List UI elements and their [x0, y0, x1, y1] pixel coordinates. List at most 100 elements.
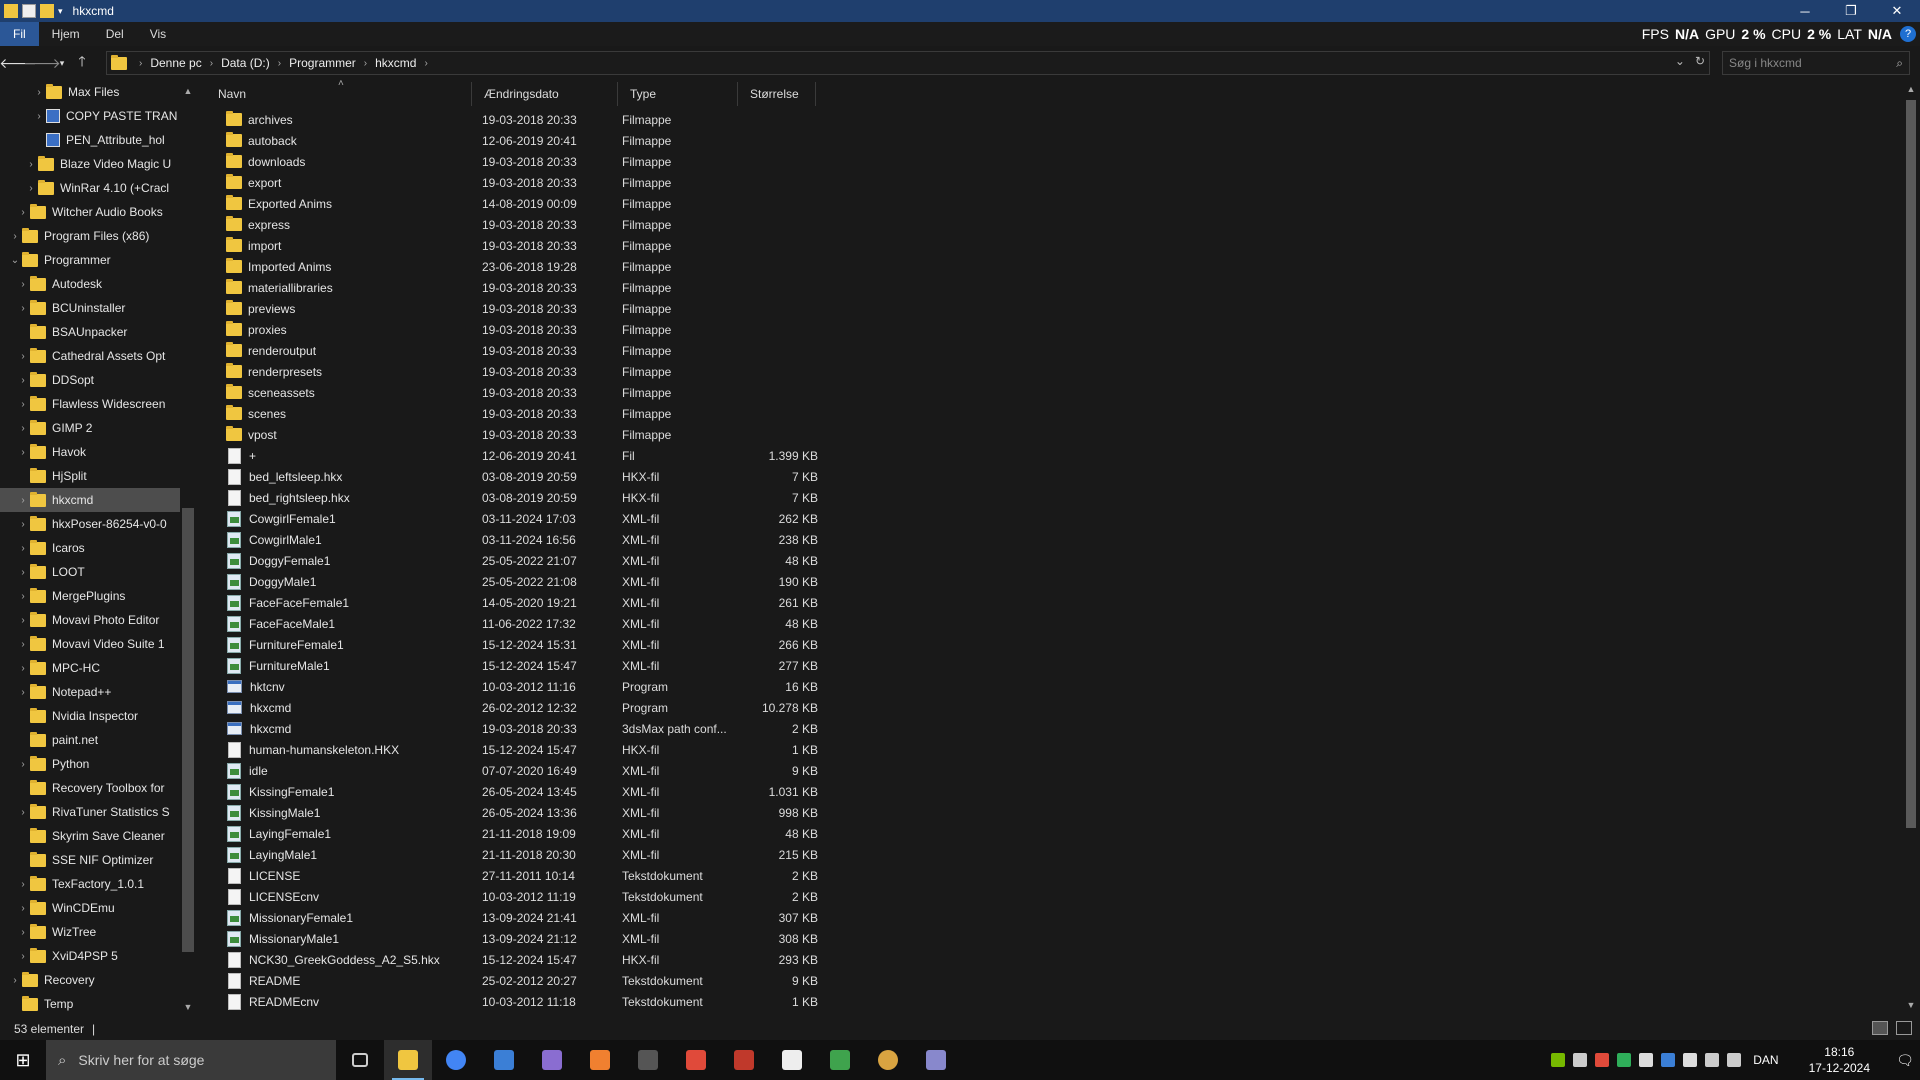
tree-item-icaros[interactable]: › Icaros [0, 536, 180, 560]
chevron-right-icon[interactable]: › [16, 951, 30, 962]
restore-button[interactable]: ❐ [1828, 0, 1874, 22]
file-row[interactable]: KissingFemale1 26-05-2024 13:45 XML-fil 1.0… [218, 781, 1022, 802]
tree-item-movavi-photo-editor[interactable]: › Movavi Photo Editor [0, 608, 180, 632]
chevron-right-icon[interactable]: › [16, 399, 30, 410]
chevron-right-icon[interactable]: › [16, 615, 30, 626]
tree-item-nvidia-inspector[interactable]: Nvidia Inspector [0, 704, 180, 728]
taskbar-orb-app[interactable] [864, 1040, 912, 1080]
file-row[interactable]: README 25-02-2012 20:27 Tekstdokument 9 KB [218, 970, 1022, 991]
close-button[interactable]: ✕ [1874, 0, 1920, 22]
file-row[interactable]: KissingMale1 26-05-2024 13:36 XML-fil 998 K… [218, 802, 1022, 823]
file-row[interactable]: renderpresets 19-03-2018 20:33 Filmappe [218, 361, 1022, 382]
chevron-right-icon[interactable]: › [24, 159, 38, 170]
taskbar-chrome[interactable] [432, 1040, 480, 1080]
chevron-right-icon[interactable]: › [8, 975, 22, 986]
taskbar-clapper-app[interactable] [768, 1040, 816, 1080]
taskbar-blender-like[interactable] [576, 1040, 624, 1080]
taskbar-task-view[interactable] [336, 1040, 384, 1080]
file-row[interactable]: FaceFaceFemale1 14-05-2020 19:21 XML-fil 26… [218, 592, 1022, 613]
taskbar-file-explorer[interactable] [384, 1040, 432, 1080]
tree-item-xvid4psp-5[interactable]: › XviD4PSP 5 [0, 944, 180, 968]
tree-item-paint-net[interactable]: paint.net [0, 728, 180, 752]
file-row[interactable]: MissionaryFemale1 13-09-2024 21:41 XML-fil… [218, 907, 1022, 928]
file-row[interactable]: DoggyMale1 25-05-2022 21:08 XML-fil 190 KB [218, 571, 1022, 592]
chevron-right-icon[interactable]: › [16, 423, 30, 434]
chevron-right-icon[interactable]: › [16, 639, 30, 650]
chevron-right-icon[interactable]: › [16, 495, 30, 506]
minimize-button[interactable]: ─ [1782, 0, 1828, 22]
scrollbar-thumb[interactable] [1906, 100, 1916, 828]
chevron-right-icon[interactable]: › [16, 543, 30, 554]
chevron-right-icon[interactable]: › [8, 231, 22, 242]
forward-button[interactable]: 🡒 [23, 51, 61, 75]
tree-item-ddsopt[interactable]: › DDSopt [0, 368, 180, 392]
tree-item-sse-nif-optimizer[interactable]: SSE NIF Optimizer [0, 848, 180, 872]
taskbar-visual-studio[interactable] [528, 1040, 576, 1080]
file-row[interactable]: hktcnv 10-03-2012 11:16 Program 16 KB [218, 676, 1022, 697]
new-folder-icon[interactable] [40, 4, 54, 18]
file-row[interactable]: CowgirlFemale1 03-11-2024 17:03 XML-fil 262… [218, 508, 1022, 529]
file-row[interactable]: READMEcnv 10-03-2012 11:18 Tekstdokument 1 … [218, 991, 1022, 1012]
file-row[interactable]: Imported Anims 23-06-2018 19:28 Filmappe [218, 256, 1022, 277]
tree-item-winrar-4-10-cracl[interactable]: › WinRar 4.10 (+Cracl [0, 176, 180, 200]
chevron-right-icon[interactable]: › [16, 807, 30, 818]
file-row[interactable]: bed_rightsleep.hkx 03-08-2019 20:59 HKX-fi… [218, 487, 1022, 508]
chevron-right-icon[interactable]: › [16, 903, 30, 914]
chevron-right-icon[interactable]: › [16, 207, 30, 218]
nvidia-icon[interactable] [1551, 1053, 1566, 1067]
volume-icon[interactable] [1727, 1053, 1742, 1067]
up-button[interactable]: 🡑 [70, 51, 94, 75]
column-header-size[interactable]: Størrelse [738, 82, 816, 106]
scroll-down-icon[interactable]: ▼ [180, 1002, 196, 1012]
chevron-right-icon[interactable]: › [32, 111, 46, 122]
tree-item-notepad[interactable]: › Notepad++ [0, 680, 180, 704]
chevron-down-icon[interactable]: ▾ [58, 6, 63, 17]
notification-icon[interactable]: 🗨 [1890, 1052, 1920, 1069]
app-tray-icon[interactable] [1595, 1053, 1610, 1067]
taskbar-pen-app[interactable] [720, 1040, 768, 1080]
tree-item-bsaunpacker[interactable]: BSAUnpacker [0, 320, 180, 344]
tree-item-loot[interactable]: › LOOT [0, 560, 180, 584]
address-dropdown-icon[interactable]: ⌄ [1675, 54, 1685, 68]
tree-item-skyrim-save-cleaner[interactable]: Skyrim Save Cleaner [0, 824, 180, 848]
column-header-type[interactable]: Type [618, 82, 738, 106]
refresh-icon[interactable]: ↻ [1695, 54, 1705, 68]
tab-hjem[interactable]: Hjem [39, 22, 93, 46]
tree-item-copy-paste-tran[interactable]: › COPY PASTE TRAN [0, 104, 180, 128]
details-view-icon[interactable] [1872, 1021, 1888, 1035]
search-input[interactable]: Søg i hkxcmd ⌕ [1722, 51, 1910, 75]
file-row[interactable]: vpost 19-03-2018 20:33 Filmappe [218, 424, 1022, 445]
tree-item-bcuninstaller[interactable]: › BCUninstaller [0, 296, 180, 320]
security-icon[interactable] [1617, 1053, 1632, 1067]
file-row[interactable]: LayingMale1 21-11-2018 20:30 XML-fil 215 KB [218, 844, 1022, 865]
scrollbar-thumb[interactable] [182, 508, 194, 952]
tree-item-mergeplugins[interactable]: › MergePlugins [0, 584, 180, 608]
file-row[interactable]: idle 07-07-2020 16:49 XML-fil 9 KB [218, 760, 1022, 781]
start-button[interactable]: ⊞ [0, 1040, 46, 1080]
tree-item-programmer[interactable]: ⌄ Programmer [0, 248, 180, 272]
recent-locations-button[interactable]: ▾ [54, 51, 70, 75]
address-bar[interactable]: › Denne pc › Data (D:) › Programmer › hk… [106, 51, 1710, 75]
file-row[interactable]: LayingFemale1 21-11-2018 19:09 XML-fil 48 K… [218, 823, 1022, 844]
file-row[interactable]: FaceFaceMale1 11-06-2022 17:32 XML-fil 48 K… [218, 613, 1022, 634]
file-row[interactable]: Exported Anims 14-08-2019 00:09 Filmappe [218, 193, 1022, 214]
tree-item-gimp-2[interactable]: › GIMP 2 [0, 416, 180, 440]
tree-item-python[interactable]: › Python [0, 752, 180, 776]
breadcrumb-this-pc[interactable]: Denne pc [150, 56, 201, 70]
chevron-right-icon[interactable]: › [32, 87, 46, 98]
tab-del[interactable]: Del [93, 22, 137, 46]
help-icon[interactable]: ? [1900, 26, 1916, 42]
file-row[interactable]: FurnitureFemale1 15-12-2024 15:31 XML-fil 2… [218, 634, 1022, 655]
chevron-right-icon[interactable]: › [16, 567, 30, 578]
column-header-date[interactable]: Ændringsdato [472, 82, 618, 106]
chevron-right-icon[interactable]: › [16, 375, 30, 386]
file-row[interactable]: hkxcmd 26-02-2012 12:32 Program 10.278 KB [218, 697, 1022, 718]
tree-item-max-files[interactable]: › Max Files [0, 82, 180, 104]
tree-item-temp[interactable]: Temp [0, 992, 180, 1016]
windows-security-icon[interactable] [1683, 1053, 1698, 1067]
usb-icon[interactable] [1573, 1053, 1588, 1067]
chevron-right-icon[interactable]: › [16, 879, 30, 890]
chevron-right-icon[interactable]: › [16, 591, 30, 602]
chevron-right-icon[interactable]: › [16, 759, 30, 770]
language-indicator[interactable]: DAN [1753, 1053, 1778, 1067]
